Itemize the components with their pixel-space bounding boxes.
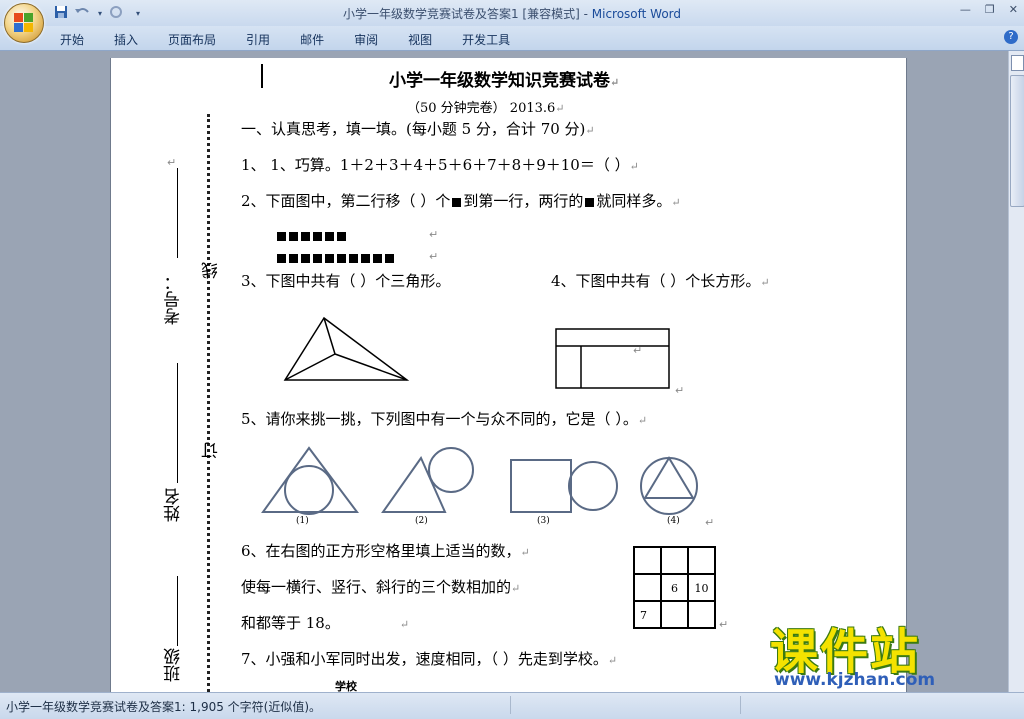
office-button[interactable] (4, 3, 44, 43)
margin-label-xingming: 姓名 (164, 488, 184, 522)
question-3: 3、下图中共有（ ）个三角形。 (241, 272, 451, 290)
square-icon (585, 197, 595, 207)
window-title: 小学一年级数学竞赛试卷及答案1 [兼容模式] - Microsoft Word (0, 5, 1024, 22)
help-icon[interactable]: ? (1004, 30, 1018, 44)
document-page[interactable]: 小学一年级数学知识竞赛试卷↵ （50 分钟完卷） 2013.6↵ 线 订 考号：… (110, 58, 907, 704)
square-row-2 (277, 254, 394, 263)
square-row-1 (277, 232, 346, 241)
tab-developer[interactable]: 开发工具 (462, 31, 510, 48)
margin-label-banji: 班级 (164, 648, 184, 682)
tab-home[interactable]: 开始 (60, 31, 84, 48)
tab-view[interactable]: 视图 (408, 31, 432, 48)
grid-cell (634, 547, 661, 574)
status-text: 小学一年级数学竞赛试卷及答案1: 1,905 个字符(近似值)。 (6, 700, 322, 714)
tab-review[interactable]: 审阅 (354, 31, 378, 48)
tab-insert[interactable]: 插入 (114, 31, 138, 48)
grid-cell: 7 (634, 601, 661, 628)
paragraph-mark: ↵ (167, 156, 177, 169)
window-controls: — ❐ ✕ (960, 3, 1018, 16)
question-6-line-2: 使每一横行、竖行、斜行的三个数相加的↵ (241, 578, 521, 596)
question-2: 2、下面图中，第二行移（ ）个 到第一行，两行的 就同样多。↵ (241, 192, 681, 210)
office-logo-icon (14, 13, 34, 33)
kaohao-line (177, 168, 178, 258)
ribbon-tabs: 开始 插入 页面布局 引用 邮件 审阅 视图 开发工具 (60, 31, 540, 48)
status-bar: 小学一年级数学竞赛试卷及答案1: 1,905 个字符(近似值)。 (0, 692, 1024, 719)
close-icon[interactable]: ✕ (1009, 3, 1018, 16)
question-4: 4、下图中共有（ ）个长方形。↵ (551, 272, 770, 290)
shape-label-4: (4) (667, 516, 680, 526)
question-7: 7、小强和小军同时出发，速度相同，（ ）先走到学校。↵ (241, 650, 618, 668)
shape-label-3: (3) (537, 516, 550, 526)
ribbon-tab-bar: 开始 插入 页面布局 引用 邮件 审阅 视图 开发工具 ? (0, 26, 1024, 51)
question-5: 5、请你来挑一挑，下列图中有一个与众不同的，它是（ ）。↵ (241, 410, 648, 428)
title-bar: ▾ ▾ 小学一年级数学竞赛试卷及答案1 [兼容模式] - Microsoft W… (0, 0, 1024, 26)
document-title: 小学一年级数学竞赛试卷及答案1 [兼容模式] - (342, 7, 592, 21)
xingming-line (177, 363, 178, 483)
square-icon (452, 197, 462, 207)
grid-cell (661, 547, 688, 574)
watermark-url: www.kjzhan.com (774, 670, 936, 690)
grid-cell (688, 547, 715, 574)
restore-icon[interactable]: ❐ (985, 3, 995, 16)
minimize-icon[interactable]: — (960, 3, 971, 16)
section1-heading: 一、认真思考，填一填。(每小题 5 分，合计 70 分)↵ (241, 120, 595, 138)
doc-title: 小学一年级数学知识竞赛试卷↵ (389, 71, 620, 91)
app-name: Microsoft Word (591, 7, 682, 21)
shapes-figure (261, 446, 698, 515)
question-6-line-3: 和都等于 18。 ↵ (241, 614, 410, 632)
doc-subtitle: （50 分钟完卷） 2013.6↵ (407, 101, 565, 116)
scrollbar-thumb[interactable] (1010, 75, 1024, 207)
ruler-toggle-icon[interactable] (1011, 55, 1024, 71)
margin-label-kaohao: 考号： (164, 274, 184, 325)
vertical-scrollbar[interactable] (1008, 51, 1024, 692)
rectangle-figure (555, 328, 670, 389)
banji-line (177, 576, 178, 646)
triangle-figure (283, 316, 410, 381)
question-1: 1、 1、巧算。1＋2＋3＋4＋5＋6＋7＋8＋9＋10＝（ ）↵ (241, 156, 639, 174)
watermark-logo: 课件站 www.kjzhan.com (770, 612, 935, 690)
question-6-line-1: 6、在右图的正方形空格里填上适当的数，↵ (241, 542, 530, 560)
tab-references[interactable]: 引用 (246, 31, 270, 48)
margin-label-xian: 线 (202, 262, 222, 279)
text-cursor (261, 64, 263, 88)
shape-label-2: (2) (415, 516, 428, 526)
margin-label-ding: 订 (202, 442, 222, 459)
status-divider (740, 696, 741, 714)
tab-page-layout[interactable]: 页面布局 (168, 31, 216, 48)
grid-cell: 10 (688, 574, 715, 601)
grid-cell: 6 (661, 574, 688, 601)
grid-cell (688, 601, 715, 628)
magic-square-grid: 6 10 7 (633, 546, 716, 629)
grid-cell (661, 601, 688, 628)
shape-label-1: (1) (296, 516, 309, 526)
status-divider (510, 696, 511, 714)
tab-mailings[interactable]: 邮件 (300, 31, 324, 48)
binding-dotted-line (207, 114, 210, 704)
grid-cell (634, 574, 661, 601)
